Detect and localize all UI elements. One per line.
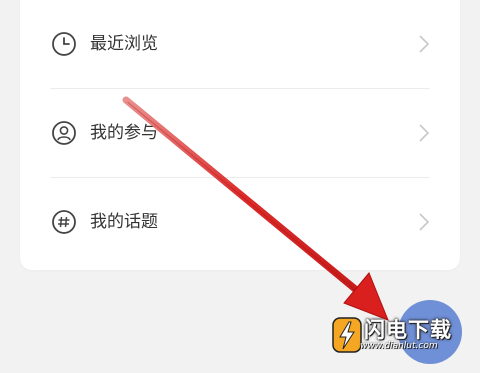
watermark: 闪电下载 www.dianlut.com [332,314,472,364]
watermark-title: 闪电下载 [364,318,452,342]
hashtag-icon [50,208,78,236]
clock-icon [50,30,78,58]
menu-item-label: 我的话题 [90,212,158,232]
chevron-right-icon [418,212,430,232]
menu-item-label: 我的参与 [90,123,158,143]
chevron-right-icon [418,123,430,143]
lightning-logo-icon [332,317,362,353]
menu-card: 最近浏览 我的参与 我的话题 [20,0,460,270]
menu-item-recent[interactable]: 最近浏览 [20,0,460,88]
person-icon [50,119,78,147]
menu-item-label: 最近浏览 [90,34,158,54]
watermark-url: www.dianlut.com [360,341,438,351]
chevron-right-icon [418,34,430,54]
menu-item-participation[interactable]: 我的参与 [20,89,460,177]
menu-item-topics[interactable]: 我的话题 [20,178,460,266]
